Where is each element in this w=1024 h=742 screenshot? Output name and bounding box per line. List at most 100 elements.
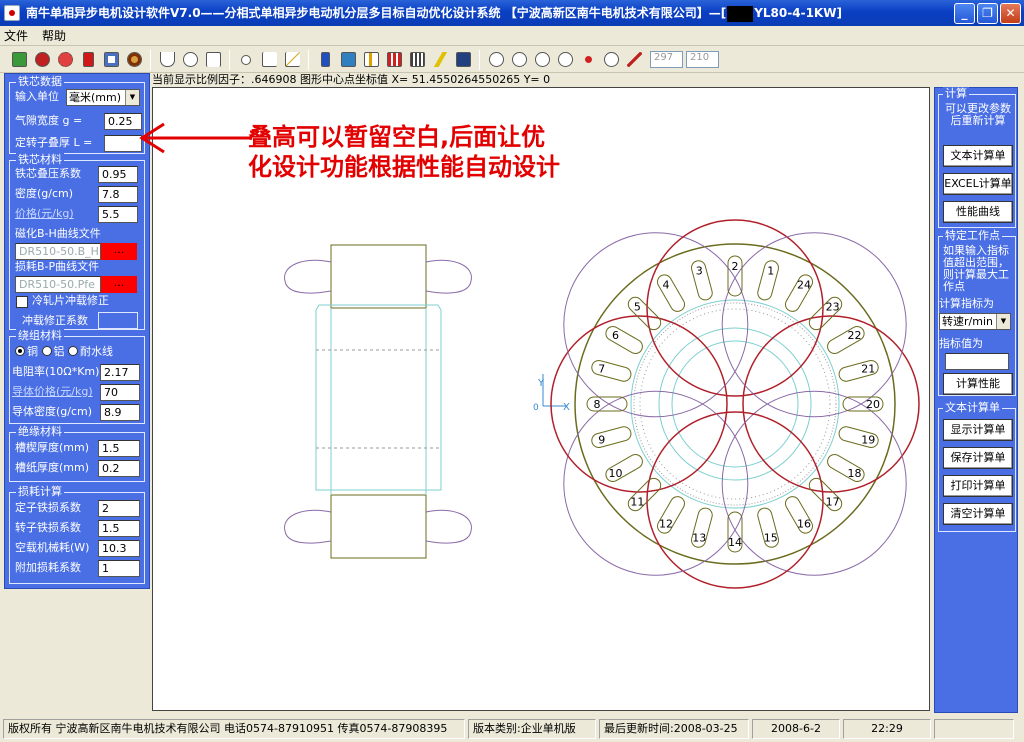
rotor-end-bottom: [330, 494, 427, 559]
tool-bars-button[interactable]: [383, 49, 405, 71]
pan-icon: [580, 52, 596, 67]
tool-graph-button[interactable]: [452, 49, 474, 71]
stator-loss-input[interactable]: 2: [98, 500, 140, 517]
price-input[interactable]: 5.5: [98, 206, 138, 223]
slot-number-label: 15: [764, 531, 778, 544]
slot-number-label: 22: [848, 329, 862, 342]
resistivity-input[interactable]: 2.17: [100, 364, 140, 381]
tool-chart-button[interactable]: [360, 49, 382, 71]
spec-note: 如果输入指标值超出范围，则计算最大工作点: [943, 244, 1009, 293]
tool-view-button[interactable]: [100, 49, 122, 71]
end-coil-top-left: [284, 259, 332, 294]
paper-width-input[interactable]: 297: [650, 51, 683, 68]
tool-stop-button[interactable]: [31, 49, 53, 71]
annotation-line-1: 叠高可以暂留空白,后面让优: [248, 123, 546, 151]
conductor-density-input[interactable]: 8.9: [100, 404, 140, 421]
stack-factor-input[interactable]: 0.95: [98, 166, 138, 183]
restore-button[interactable]: ❐: [977, 3, 998, 24]
cold-rolled-checkbox[interactable]: [16, 296, 28, 308]
slot-number-label: 3: [696, 265, 703, 278]
unit-select-value: 毫米(mm): [69, 91, 122, 104]
probe-icon: [241, 54, 251, 65]
tool-flag-button[interactable]: [77, 49, 99, 71]
tool-phone-button[interactable]: [314, 49, 336, 71]
tool-zoom-in-button[interactable]: [485, 49, 507, 71]
rotor-bars-circle: [633, 302, 837, 506]
slot-number-label: 19: [861, 434, 875, 447]
performance-curve-button[interactable]: 性能曲线: [943, 201, 1013, 223]
mech-loss-input[interactable]: 10.3: [98, 540, 140, 557]
punch-factor-input[interactable]: [98, 312, 138, 329]
close-button[interactable]: ✕: [1000, 3, 1021, 24]
tool-probe-button[interactable]: [235, 49, 257, 71]
tool-pen-button[interactable]: [623, 49, 645, 71]
bh-file-browse-button[interactable]: ...: [101, 243, 137, 260]
winding-coil-main: [646, 411, 824, 589]
copper-label: 铜: [27, 345, 38, 358]
paper-height-input[interactable]: 210: [686, 51, 719, 68]
y-axis-letter: Y: [537, 378, 545, 389]
annotation-line-2: 化设计功能根据性能自动设计: [248, 153, 560, 181]
tool-zoom-all-button[interactable]: [600, 49, 622, 71]
rotor-loss-input[interactable]: 1.5: [98, 520, 140, 537]
window-controls: _ ❐ ✕: [954, 3, 1021, 24]
shape-icon: [205, 52, 221, 67]
tool-settings-button[interactable]: [54, 49, 76, 71]
menu-file[interactable]: 文件: [4, 27, 28, 44]
extra-loss-input[interactable]: 1: [98, 560, 140, 577]
calc-group: 计算 可以更改参数后重新计算 文本计算单 EXCEL计算单 性能曲线: [938, 87, 1016, 228]
annotation-text: 叠高可以暂留空白,后面让优 化设计功能根据性能自动设计: [248, 122, 560, 182]
tool-query-button[interactable]: [179, 49, 201, 71]
stator-core-outline: [315, 304, 442, 491]
tool-target-button[interactable]: [123, 49, 145, 71]
tool-zoom-out-button[interactable]: [508, 49, 530, 71]
tool-book-button[interactable]: [337, 49, 359, 71]
save-report-button[interactable]: 保存计算单: [943, 447, 1013, 469]
slot-number-label: 2: [732, 260, 739, 273]
density-input[interactable]: 7.8: [98, 186, 138, 203]
text-calc-button[interactable]: 文本计算单: [943, 145, 1013, 167]
clear-report-button[interactable]: 清空计算单: [943, 503, 1013, 525]
show-report-button[interactable]: 显示计算单: [943, 419, 1013, 441]
aluminum-radio[interactable]: [41, 346, 52, 356]
toolbar-separator: [308, 49, 309, 70]
group-title: 损耗计算: [16, 485, 64, 499]
index-select[interactable]: 转速r/min ▼: [939, 313, 1011, 330]
cold-rolled-label: 冷轧片冲载修正: [32, 294, 109, 307]
slot-number-label: 10: [608, 467, 622, 480]
print-report-button[interactable]: 打印计算单: [943, 475, 1013, 497]
tool-open-button[interactable]: [8, 49, 30, 71]
loss-file-browse-button[interactable]: ...: [101, 276, 137, 293]
tool-pan-button[interactable]: [577, 49, 599, 71]
minimize-button[interactable]: _: [954, 3, 975, 24]
bars-icon: [386, 52, 402, 67]
conductor-price-link[interactable]: 导体价格(元/kg): [12, 383, 93, 401]
calc-performance-button[interactable]: 计算性能: [943, 373, 1013, 395]
excel-calc-button[interactable]: EXCEL计算单: [943, 173, 1013, 195]
slot-wedge-input[interactable]: 1.5: [98, 440, 140, 457]
tool-lightning-button[interactable]: [429, 49, 451, 71]
core-data-group: 铁芯数据 输入单位 毫米(mm) ▼ 气隙宽度 g = 0.25 定转子叠厚 L …: [9, 75, 145, 154]
stator-slot: [627, 296, 662, 331]
tool-curve-button[interactable]: [281, 49, 303, 71]
redacted-block: [727, 5, 754, 22]
target-value-input[interactable]: [945, 353, 1009, 370]
tool-shape-button[interactable]: [202, 49, 224, 71]
price-link[interactable]: 价格(元/kg): [15, 205, 74, 223]
slot-number-label: 13: [692, 531, 706, 544]
waterproof-radio[interactable]: [68, 346, 78, 356]
copper-radio[interactable]: [15, 346, 25, 356]
menu-help[interactable]: 帮助: [42, 27, 66, 44]
index-label: 计算指标为: [939, 297, 994, 310]
scale-status-line: 当前显示比例因子：.646908 图形中心点坐标值 X= 51.45502645…: [152, 73, 551, 86]
unit-select[interactable]: 毫米(mm) ▼: [66, 89, 140, 106]
conductor-price-input[interactable]: 70: [100, 384, 140, 401]
extra-loss-label: 附加损耗系数: [15, 561, 81, 574]
tool-zoom-fit-button[interactable]: [531, 49, 553, 71]
end-coil-bottom-left: [284, 509, 332, 544]
slot-paper-input[interactable]: 0.2: [98, 460, 140, 477]
tool-columns-button[interactable]: [406, 49, 428, 71]
tool-angle-button[interactable]: [258, 49, 280, 71]
tool-magnet-button[interactable]: [156, 49, 178, 71]
tool-zoom-window-button[interactable]: [554, 49, 576, 71]
